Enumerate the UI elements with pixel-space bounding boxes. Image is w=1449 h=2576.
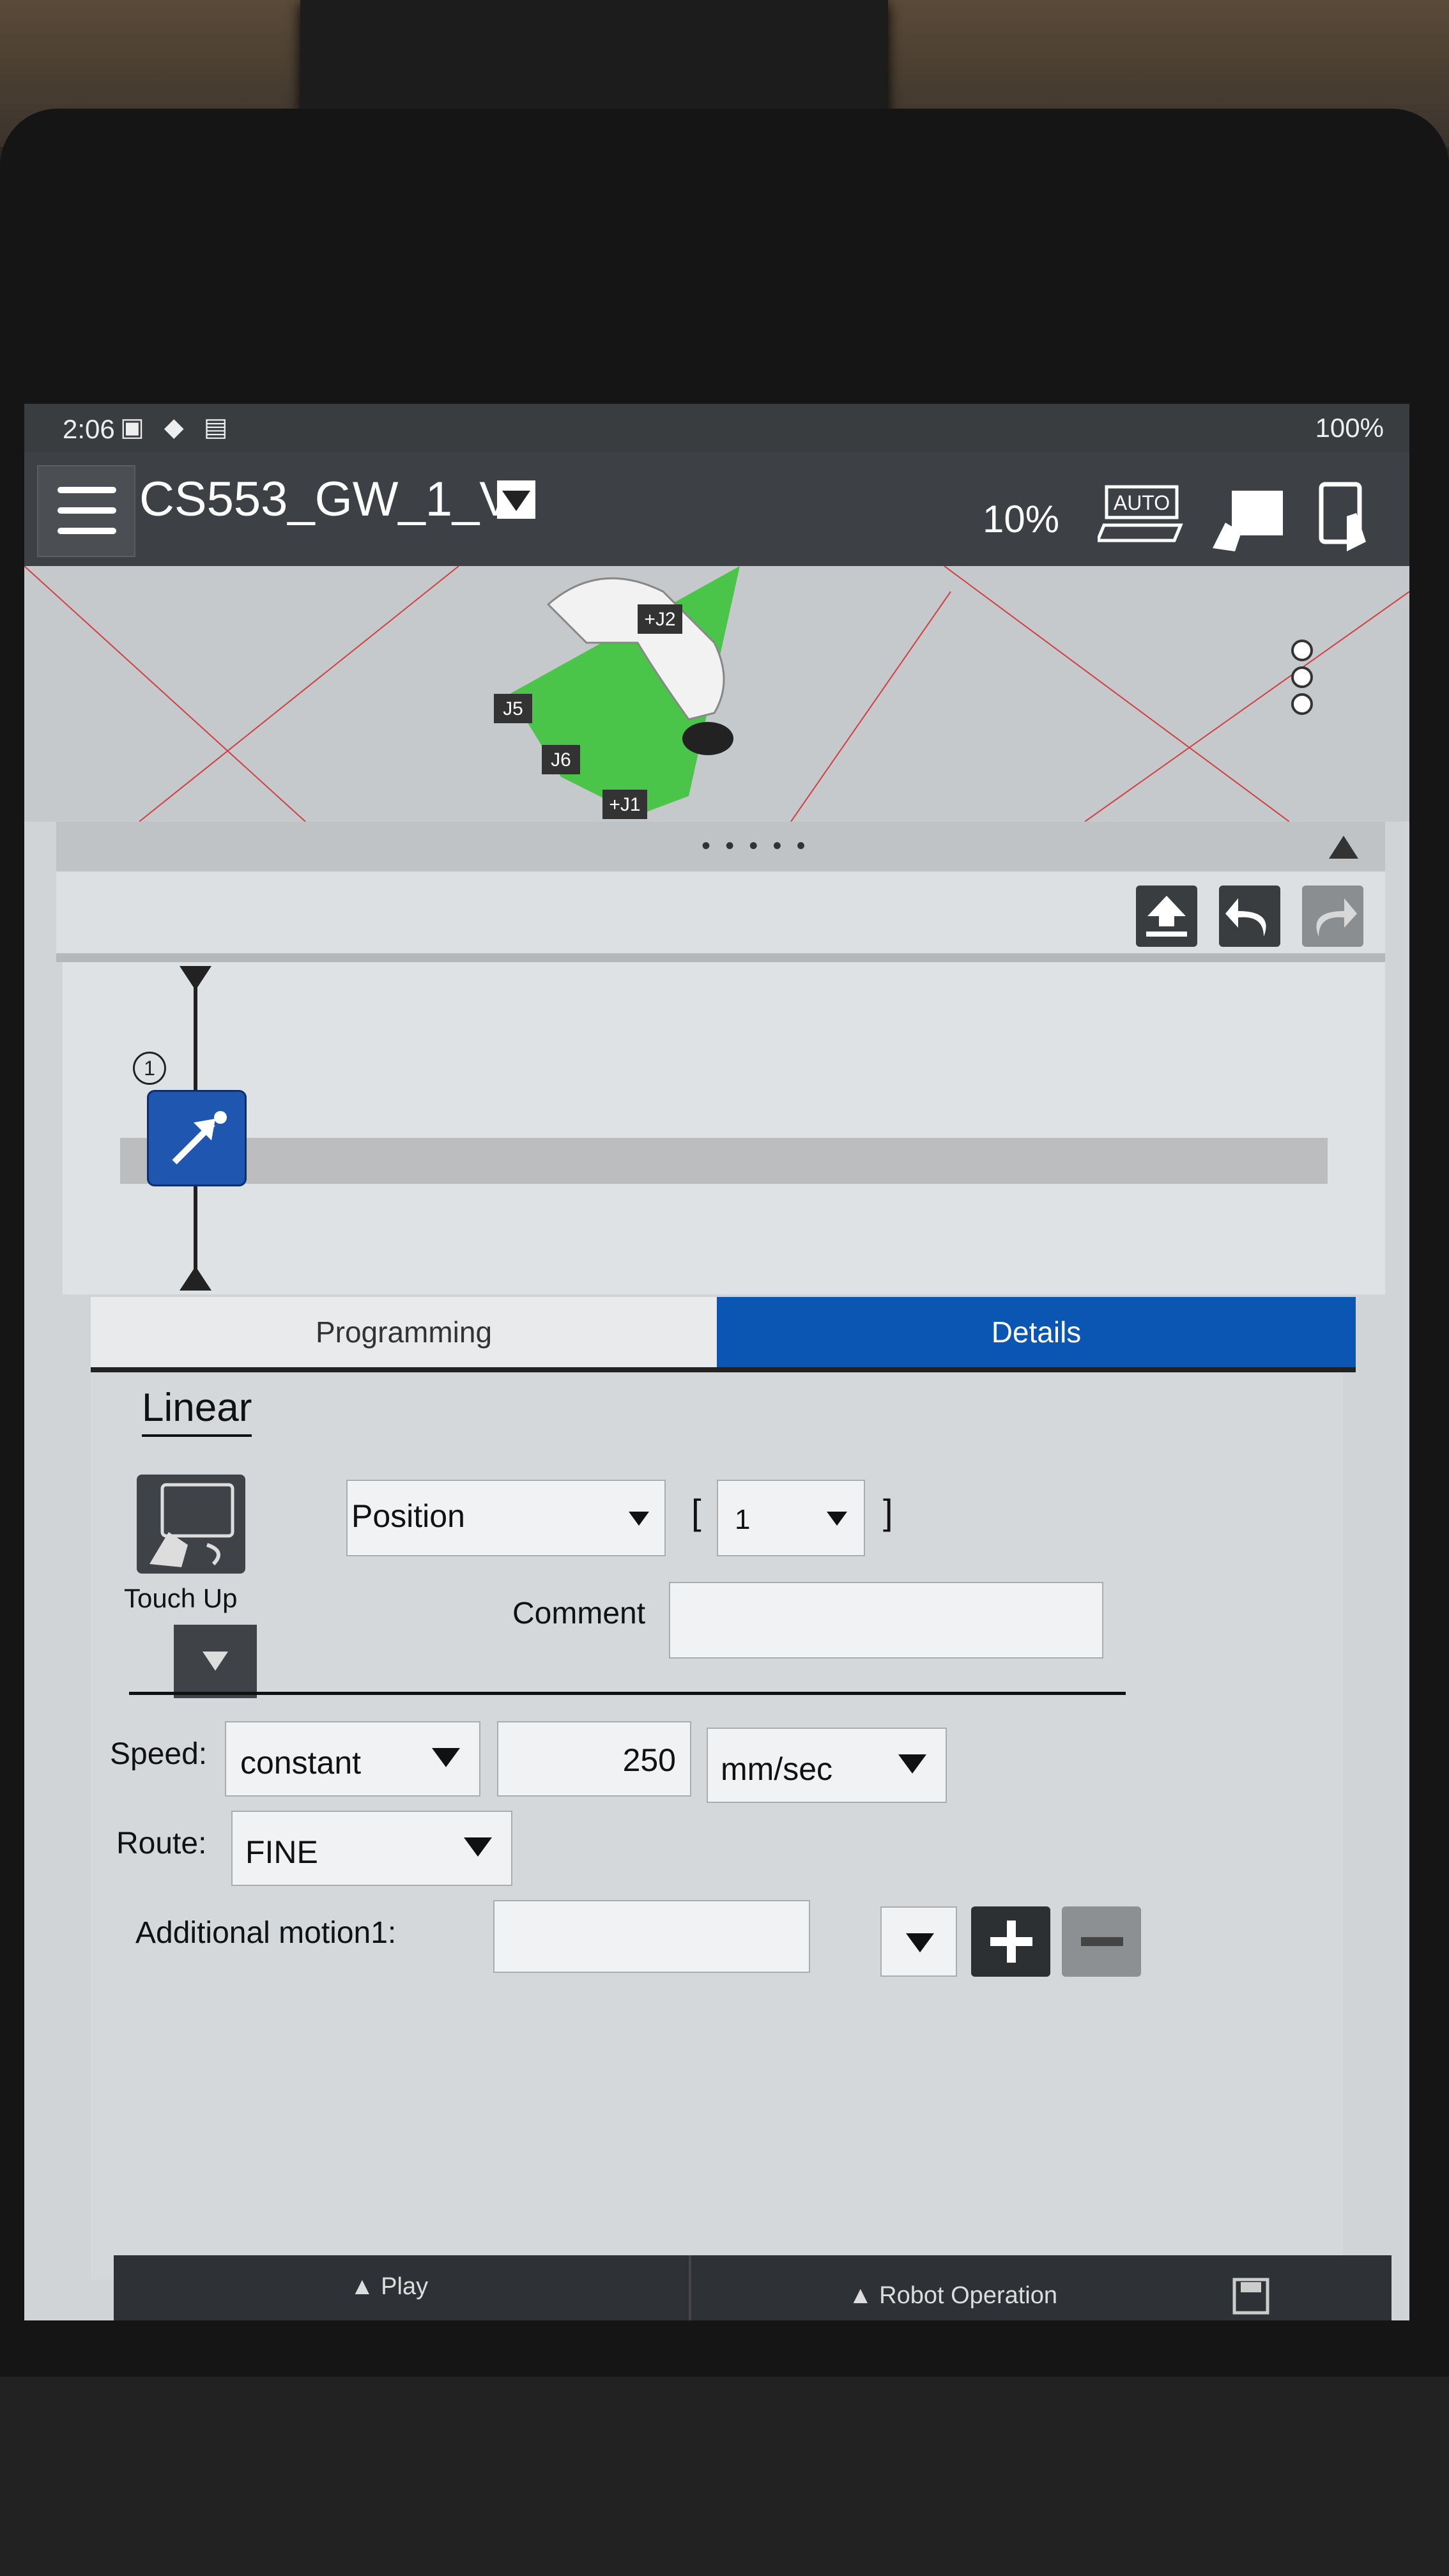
route-value: FINE [245, 1834, 318, 1870]
speed-type-value: constant [240, 1745, 362, 1781]
comment-input[interactable] [669, 1582, 1103, 1659]
touch-up-label: Touch Up [124, 1583, 238, 1613]
cursor-bottom-marker-icon [180, 1266, 211, 1291]
panel-splitter[interactable]: • • • • • [56, 822, 1385, 871]
redo-button[interactable] [1302, 885, 1363, 947]
jog-robot-button[interactable] [1206, 478, 1289, 555]
linear-motion-block[interactable] [147, 1090, 247, 1186]
touch-up-button[interactable] [137, 1475, 245, 1574]
joint-label-j2-text: +J2 [644, 609, 675, 630]
status-bar: 2:06 ▣ ◆ ▤ 100% [24, 404, 1409, 452]
add-motion-button[interactable] [971, 1906, 1050, 1977]
play-panel-toggle[interactable]: ▲ Play [350, 2273, 428, 2301]
program-name[interactable]: CS553_GW_1_V [139, 471, 512, 527]
touch-up-icon [150, 1483, 234, 1567]
timeline-toolbar [56, 871, 1385, 962]
joint-label-j1-text: +J1 [609, 794, 640, 815]
robot-operation-panel-toggle[interactable]: ▲ Robot Operation [848, 2282, 1057, 2310]
robot-3d-scene: +J2 J5 J6 +J1 [24, 565, 1409, 822]
speed-value-input[interactable]: 250 [497, 1721, 691, 1797]
speed-override[interactable]: 10% [983, 497, 1059, 541]
additional-motion-input[interactable] [493, 1900, 810, 1973]
undo-button[interactable] [1219, 885, 1280, 947]
dropdown-arrow-icon [898, 1754, 926, 1774]
cursor-top-marker-icon [180, 966, 211, 990]
comment-label: Comment [512, 1597, 646, 1630]
joint-label-j5-text: J5 [503, 698, 523, 719]
svg-text:AUTO: AUTO [1114, 491, 1170, 514]
tab-details[interactable]: Details [717, 1297, 1356, 1367]
auto-mode-button[interactable]: AUTO [1095, 478, 1187, 548]
plus-icon [990, 1920, 1032, 1963]
position-index-value: 1 [735, 1504, 751, 1535]
speed-unit-select[interactable]: mm/sec [707, 1728, 947, 1803]
joint-label-j6-text: J6 [551, 749, 571, 770]
tablet-case-bottom [0, 2377, 1449, 2576]
position-index-select[interactable]: 1 [717, 1480, 865, 1556]
program-timeline[interactable]: 1 [63, 962, 1385, 1294]
speed-unit-value: mm/sec [721, 1751, 832, 1787]
robot-jog-icon [1213, 491, 1283, 551]
tab-divider [91, 1367, 1356, 1372]
redo-icon [1316, 898, 1357, 937]
upload-icon [1146, 896, 1187, 937]
teach-pendant-button[interactable] [1308, 478, 1385, 555]
bracket-close: ] [883, 1492, 893, 1532]
tab-programming[interactable]: Programming [91, 1297, 717, 1367]
tablet-touch-icon [1319, 482, 1366, 551]
remove-motion-button[interactable] [1062, 1906, 1141, 1977]
additional-motion-dropdown[interactable] [880, 1906, 957, 1977]
route-select[interactable]: FINE [231, 1811, 512, 1886]
minus-icon [1081, 1937, 1123, 1946]
collapse-up-icon[interactable] [1328, 833, 1360, 861]
app-header: CS553_GW_1_V 10% AUTO [24, 452, 1409, 566]
section-divider [129, 1692, 1126, 1695]
position-type-select[interactable]: Position [346, 1480, 666, 1556]
dropdown-arrow-icon [464, 1837, 492, 1857]
dropdown-arrow-icon [906, 1933, 934, 1952]
speed-type-select[interactable]: constant [225, 1721, 480, 1797]
speed-label: Speed: [110, 1737, 208, 1771]
footer-divider [689, 2255, 691, 2320]
upload-button[interactable] [1136, 885, 1197, 947]
auto-mode-icon: AUTO [1095, 485, 1183, 542]
timeline-track[interactable] [120, 1138, 1328, 1184]
position-type-value: Position [351, 1498, 465, 1534]
menu-icon [57, 487, 116, 493]
robot-3d-view[interactable]: +J2 J5 J6 +J1 [24, 565, 1409, 822]
bracket-open: [ [691, 1492, 702, 1532]
battery-status: 100% [1315, 413, 1384, 443]
save-icon[interactable] [1232, 2277, 1270, 2315]
triangle-down-icon [203, 1652, 228, 1671]
robot-tool-flange [682, 722, 733, 755]
screen: 2:06 ▣ ◆ ▤ 100% CS553_GW_1_V 10% AUTO +J… [24, 404, 1409, 2320]
dropdown-arrow-icon [827, 1512, 847, 1526]
status-time: 2:06 [63, 414, 115, 444]
additional-motion-label: Additional motion1: [135, 1916, 397, 1950]
details-panel: Linear Touch Up Position [ 1 ] Comment S… [91, 1372, 1343, 2280]
notification-icons: ▣ ◆ ▤ [120, 413, 234, 441]
route-label: Route: [116, 1827, 207, 1860]
bottom-bar: ▲ Play ▲ Robot Operation [114, 2255, 1392, 2320]
more-options-icon[interactable] [1286, 636, 1318, 719]
motion-step-number: 1 [133, 1052, 166, 1085]
touch-up-dropdown-button[interactable] [174, 1625, 257, 1698]
section-title: Linear [142, 1385, 252, 1437]
program-dropdown-button[interactable] [497, 480, 535, 519]
dropdown-arrow-icon [629, 1512, 649, 1526]
undo-icon [1225, 898, 1266, 937]
drag-handle[interactable]: • • • • • [702, 832, 809, 861]
dropdown-arrow-icon [432, 1748, 460, 1767]
chevron-down-icon [502, 491, 530, 511]
linear-motion-icon [172, 1111, 227, 1165]
menu-button[interactable] [37, 465, 135, 557]
